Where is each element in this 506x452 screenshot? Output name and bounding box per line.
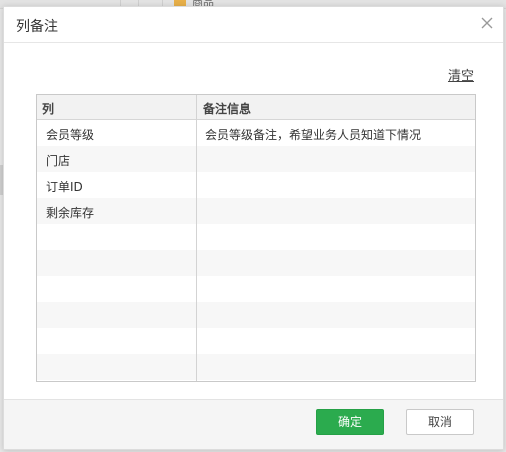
table-header: 列 备注信息 bbox=[37, 95, 475, 120]
dialog-footer: 确定 取消 bbox=[4, 399, 503, 449]
column-divider[interactable] bbox=[196, 95, 197, 381]
column-notes-dialog: 列备注 清空 列 备注信息 会员等级 会员等级备注，希望业务人员知道下情况 门店… bbox=[3, 6, 504, 450]
table-row[interactable]: 会员等级 会员等级备注，希望业务人员知道下情况 bbox=[37, 120, 475, 146]
confirm-button[interactable]: 确定 bbox=[316, 409, 384, 435]
header-column: 列 bbox=[42, 102, 55, 116]
table-row bbox=[37, 224, 475, 250]
table-row bbox=[37, 302, 475, 328]
dialog-title: 列备注 bbox=[16, 19, 58, 35]
header-note: 备注信息 bbox=[203, 102, 252, 116]
dialog-header: 列备注 bbox=[4, 7, 503, 43]
notes-table: 列 备注信息 会员等级 会员等级备注，希望业务人员知道下情况 门店 订单ID 剩… bbox=[36, 94, 476, 382]
table-body: 会员等级 会员等级备注，希望业务人员知道下情况 门店 订单ID 剩余库存 bbox=[37, 120, 475, 380]
table-row[interactable]: 订单ID bbox=[37, 172, 475, 198]
table-row[interactable]: 门店 bbox=[37, 146, 475, 172]
column-name-cell: 门店 bbox=[46, 154, 71, 168]
column-name-cell: 会员等级 bbox=[46, 128, 95, 142]
table-row bbox=[37, 250, 475, 276]
table-row bbox=[37, 276, 475, 302]
column-name-cell: 订单ID bbox=[46, 180, 83, 194]
table-row bbox=[37, 328, 475, 354]
clear-link[interactable]: 清空 bbox=[448, 65, 474, 84]
note-cell[interactable]: 会员等级备注，希望业务人员知道下情况 bbox=[205, 126, 421, 143]
table-row bbox=[37, 354, 475, 380]
table-row[interactable]: 剩余库存 bbox=[37, 198, 475, 224]
close-icon[interactable] bbox=[479, 15, 495, 31]
cancel-button[interactable]: 取消 bbox=[406, 409, 474, 435]
column-name-cell: 剩余库存 bbox=[46, 206, 95, 220]
